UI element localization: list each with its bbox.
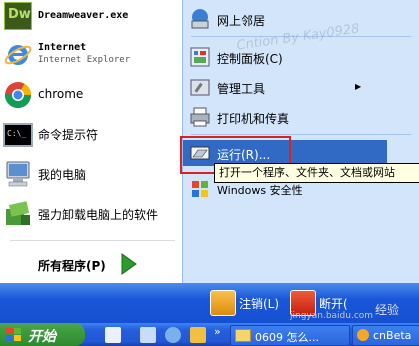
chrome-icon	[3, 80, 33, 110]
browser-icon	[357, 329, 369, 341]
menu-item-internet-explorer[interactable]: Internet Internet Explorer	[0, 38, 182, 72]
quick-launch-icon[interactable]	[105, 327, 121, 343]
separator	[191, 134, 411, 135]
shutdown-label: 断开(	[319, 297, 348, 311]
folder-icon	[235, 329, 251, 342]
menu-item-label: 控制面板(C)	[217, 52, 283, 66]
my-computer-icon	[3, 159, 33, 189]
start-label: 开始	[28, 329, 56, 345]
menu-item-label: chrome	[38, 87, 84, 101]
menu-item-control-panel[interactable]: 控制面板(C)	[183, 44, 403, 70]
menu-item-admin-tools[interactable]: 管理工具 ▶	[183, 74, 403, 100]
printers-icon	[189, 106, 211, 128]
green-arrow-icon	[118, 252, 138, 279]
all-programs-button[interactable]: 所有程序(P)	[0, 248, 182, 282]
menu-item-label: 强力卸载电脑上的软件	[38, 208, 159, 222]
taskbar: 开始 » 0609 怎么... cnBeta jingyan.baidu.com…	[0, 303, 419, 346]
quick-launch-icon[interactable]	[140, 327, 156, 343]
internet-explorer-icon	[3, 40, 33, 70]
tooltip: 打开一个程序、文件夹、文档或网站	[214, 163, 419, 183]
credit-text: jingyan.baidu.com	[290, 311, 374, 321]
network-places-icon	[189, 8, 211, 30]
separator	[10, 240, 175, 241]
quick-launch-more-button[interactable]: »	[214, 325, 221, 338]
menu-item-label: 打印机和传真	[217, 112, 290, 126]
quick-launch-icon[interactable]	[190, 327, 206, 343]
menu-item-chrome[interactable]: chrome	[0, 78, 182, 112]
menu-item-command-prompt[interactable]: C:\_ 命令提示符	[0, 117, 182, 151]
windows-logo-icon	[6, 328, 22, 345]
dreamweaver-icon: Dw	[4, 2, 32, 30]
menu-item-sublabel: Internet Explorer	[38, 55, 131, 65]
start-menu-left-pane: Dw Dreamweaver.exe Internet Internet Exp…	[0, 0, 182, 283]
all-programs-label: 所有程序(P)	[38, 259, 106, 273]
menu-item-network-places[interactable]: 网上邻居	[183, 6, 403, 32]
control-panel-icon	[189, 46, 211, 68]
menu-item-label: Dreamweaver.exe	[38, 10, 129, 21]
menu-item-label: 命令提示符	[38, 128, 99, 142]
admin-tools-icon	[189, 76, 211, 98]
menu-item-my-computer[interactable]: 我的电脑	[0, 157, 182, 191]
submenu-arrow-icon: ▶	[355, 82, 362, 91]
uninstaller-icon	[3, 199, 33, 229]
command-prompt-icon: C:\_	[3, 123, 33, 147]
menu-item-label: 管理工具	[217, 82, 266, 96]
logoff-button[interactable]: 注销(L)	[210, 290, 280, 316]
menu-item-label: Internet	[38, 42, 87, 53]
key-icon	[210, 290, 236, 316]
quick-launch-icon[interactable]	[165, 327, 181, 343]
menu-item-printers-faxes[interactable]: 打印机和传真	[183, 104, 403, 130]
menu-item-dreamweaver[interactable]: Dw Dreamweaver.exe	[0, 0, 182, 34]
start-button[interactable]: 开始	[0, 323, 85, 346]
menu-item-label: 我的电脑	[38, 168, 87, 182]
taskbar-item-label: 0609 怎么...	[255, 331, 319, 344]
menu-item-uninstaller[interactable]: 强力卸载电脑上的软件	[0, 197, 182, 231]
brand-text: 经验	[375, 303, 400, 317]
menu-item-label: Windows 安全性	[217, 184, 303, 197]
logoff-label: 注销(L)	[239, 297, 280, 311]
taskbar-item-folder[interactable]: 0609 怎么...	[230, 325, 350, 346]
taskbar-item-browser[interactable]: cnBeta	[352, 325, 419, 346]
taskbar-item-label: cnBeta	[373, 329, 412, 342]
windows-security-icon	[189, 178, 211, 200]
menu-item-label: 网上邻居	[217, 14, 266, 28]
